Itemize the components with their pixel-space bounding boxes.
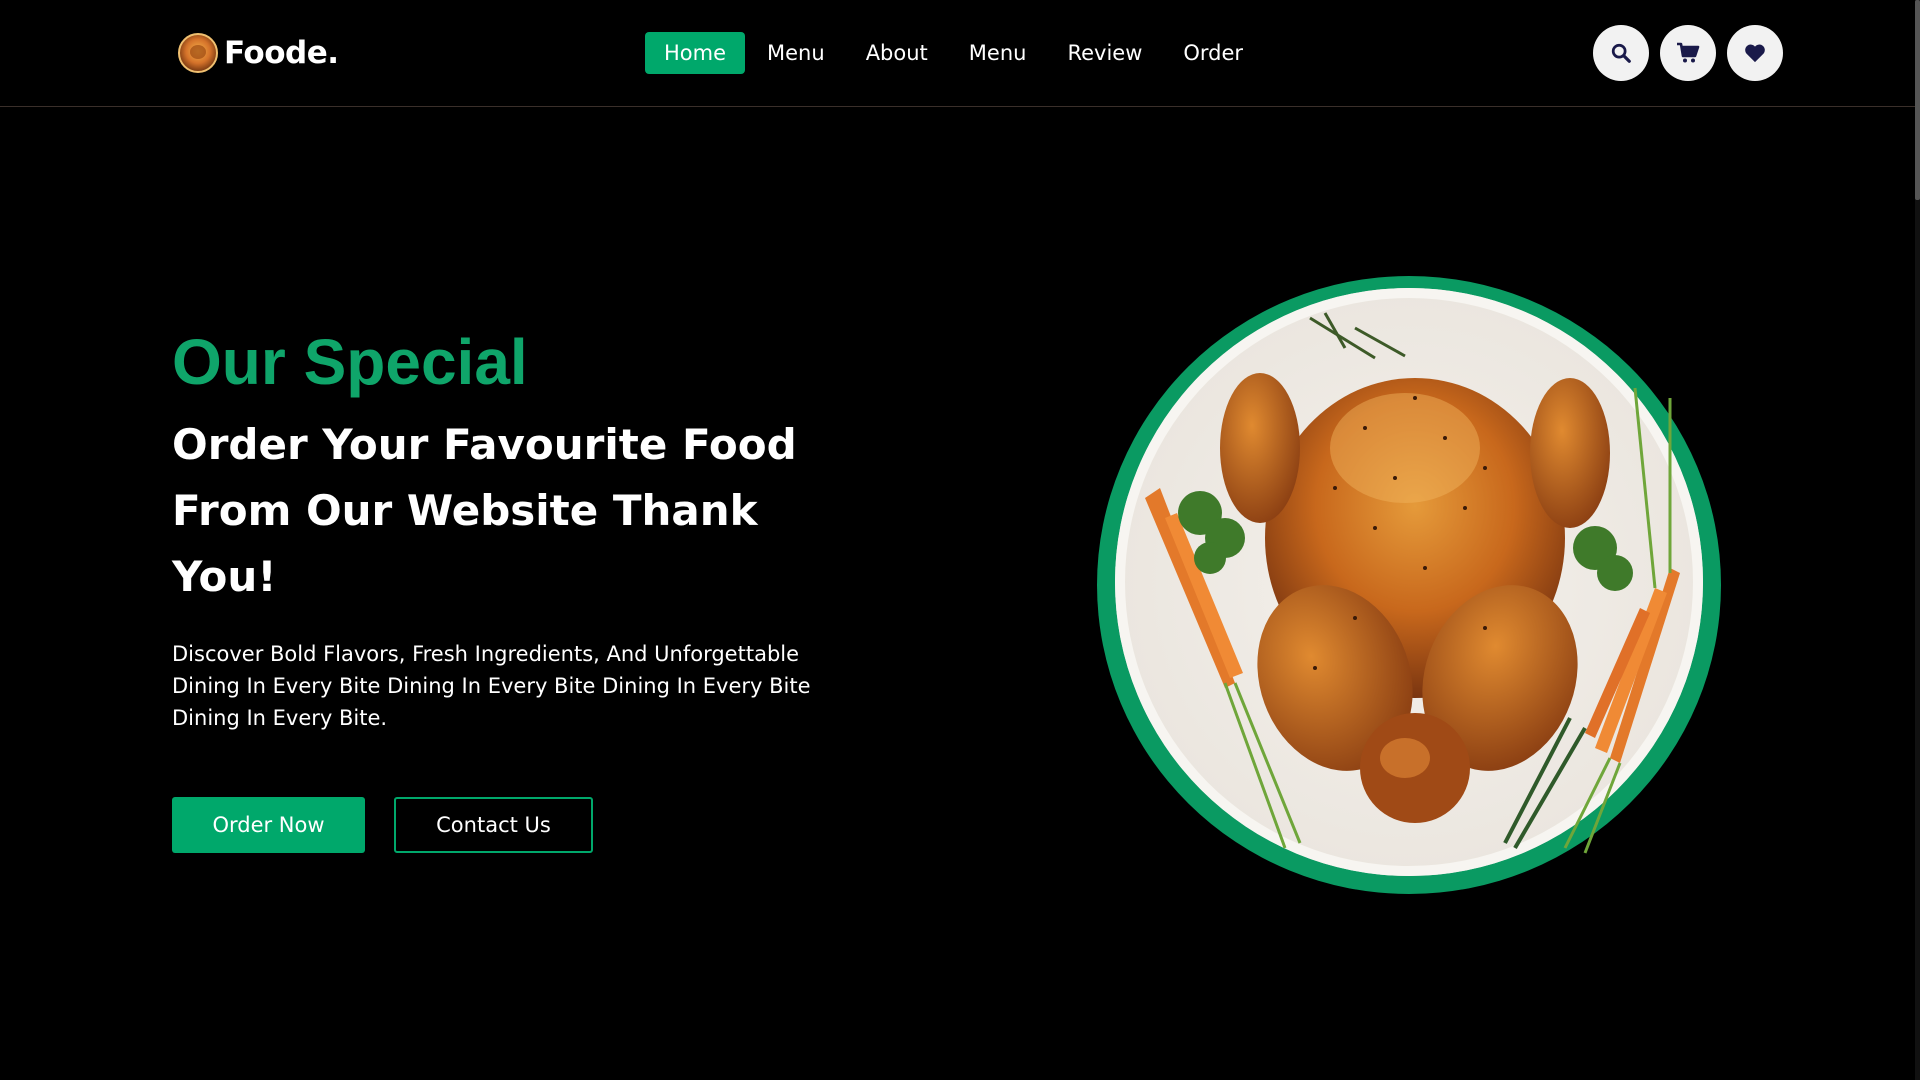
nav-about[interactable]: About xyxy=(847,32,947,74)
site-header: Foode. Home Menu About Menu Review Order xyxy=(0,0,1920,107)
hero-title: Our Special xyxy=(172,326,528,398)
main-nav: Home Menu About Menu Review Order xyxy=(645,32,1265,74)
contact-us-button[interactable]: Contact Us xyxy=(394,797,593,853)
nav-review[interactable]: Review xyxy=(1048,32,1161,74)
search-icon xyxy=(1611,43,1631,63)
nav-order[interactable]: Order xyxy=(1164,32,1262,74)
cart-button[interactable] xyxy=(1660,25,1716,81)
roast-chicken-image xyxy=(1145,312,1680,854)
nav-home[interactable]: Home xyxy=(645,32,746,74)
hero-description: Discover Bold Flavors, Fresh Ingredients… xyxy=(172,642,811,730)
search-button[interactable] xyxy=(1593,25,1649,81)
nav-menu-2[interactable]: Menu xyxy=(950,32,1046,74)
cart-icon xyxy=(1677,42,1700,63)
hero-subtitle: Order Your Favourite Food From Our Websi… xyxy=(172,420,797,601)
heart-icon xyxy=(1745,44,1765,63)
header-actions xyxy=(1593,25,1783,81)
order-now-button[interactable]: Order Now xyxy=(172,797,365,853)
scrollbar-thumb[interactable] xyxy=(1915,0,1920,200)
logo[interactable]: Foode. xyxy=(178,33,339,73)
nav-menu[interactable]: Menu xyxy=(748,32,844,74)
logo-text: Foode. xyxy=(224,35,339,71)
wishlist-button[interactable] xyxy=(1727,25,1783,81)
logo-icon xyxy=(178,33,218,73)
